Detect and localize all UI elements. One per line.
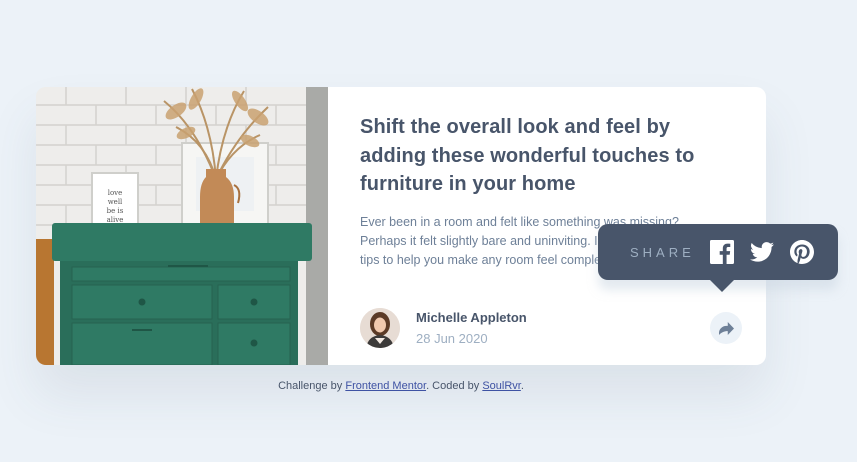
svg-text:well: well (108, 198, 123, 206)
frontend-mentor-link[interactable]: Frontend Mentor (345, 380, 426, 392)
footer-middle: . Coded by (426, 380, 483, 392)
author-name: Michelle Appleton (416, 310, 527, 325)
svg-text:be is: be is (107, 207, 124, 215)
author-block: Michelle Appleton 28 Jun 2020 (360, 308, 527, 348)
footer-suffix: . (520, 380, 524, 392)
facebook-icon[interactable] (709, 240, 734, 264)
author-link[interactable]: SoulRvr (482, 380, 521, 392)
share-icon (718, 321, 734, 335)
footer-prefix: Challenge by (278, 380, 346, 392)
svg-text:love: love (108, 189, 123, 197)
author-text: Michelle Appleton 28 Jun 2020 (416, 309, 527, 347)
share-label: SHARE (630, 244, 695, 260)
social-links (709, 240, 830, 264)
attribution-footer: Challenge by Frontend Mentor. Coded by S… (0, 380, 802, 392)
svg-text:alive: alive (107, 216, 124, 224)
post-date: 28 Jun 2020 (416, 331, 488, 346)
article-content: Shift the overall look and feel by addin… (360, 113, 720, 199)
share-popover: SHARE (598, 224, 838, 292)
article-title: Shift the overall look and feel by addin… (360, 116, 695, 195)
article-image: love well be is alive (36, 87, 328, 365)
share-button[interactable] (710, 312, 742, 344)
twitter-icon[interactable] (749, 240, 774, 264)
avatar (360, 308, 400, 348)
pinterest-icon[interactable] (789, 240, 814, 264)
